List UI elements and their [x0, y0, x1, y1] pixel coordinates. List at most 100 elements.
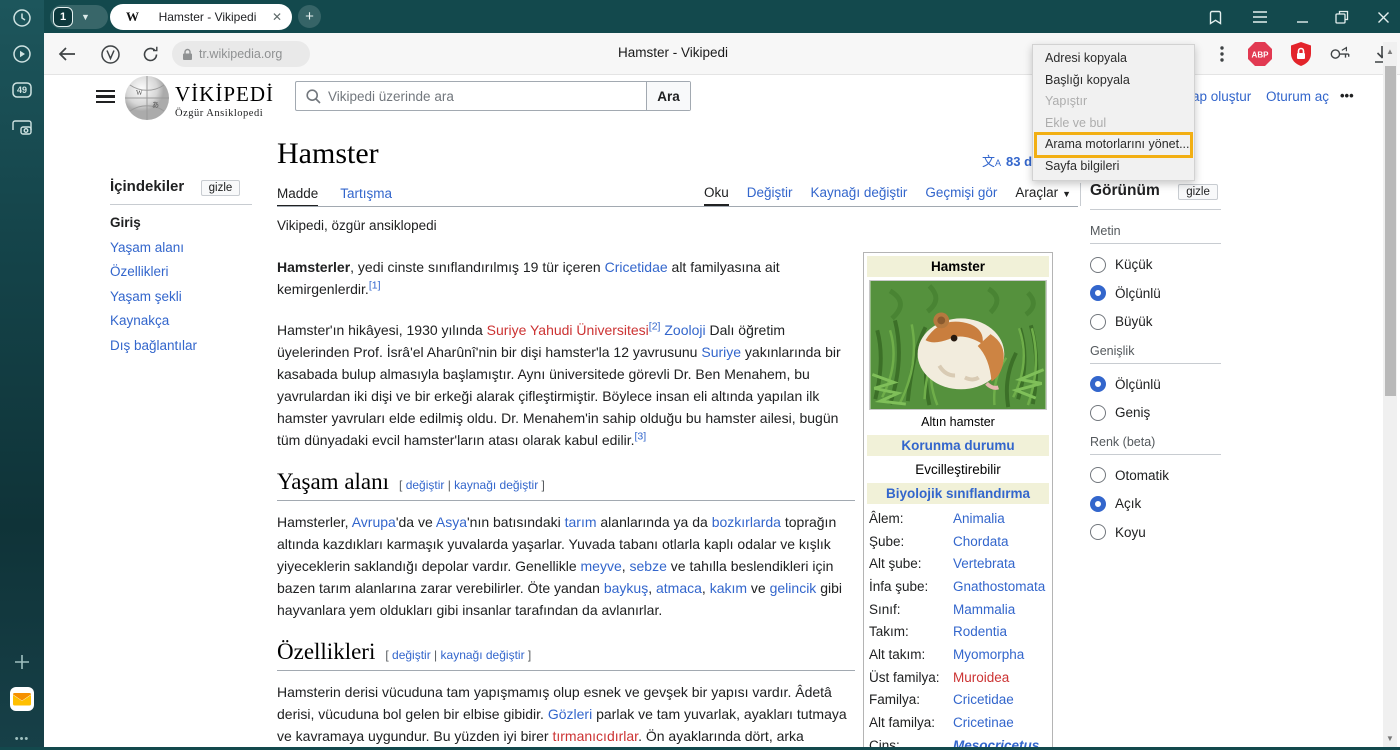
status-header[interactable]: Korunma durumu [867, 435, 1049, 456]
section-heading: Yaşam alanı[ değiştir | kaynağı değiştir… [277, 471, 855, 501]
taxonomy-value[interactable]: Mesocricetus [953, 738, 1039, 747]
browser-tab[interactable]: W Hamster - Vikipedi ✕ [110, 4, 292, 30]
toc-item[interactable]: Yaşam alanı [110, 240, 260, 255]
user-menu-ellipsis[interactable]: ••• [1340, 88, 1354, 103]
toc-hide-button[interactable]: gizle [201, 180, 241, 196]
search-button[interactable]: Ara [646, 82, 690, 110]
languages-icon: 文A [982, 154, 1001, 169]
login-link[interactable]: Oturum aç [1266, 89, 1329, 104]
view-tab[interactable]: Araçlar▼ [1015, 185, 1071, 206]
radio-option[interactable]: Ölçünlü [1090, 285, 1221, 301]
namespace-tab[interactable]: Madde [277, 186, 318, 207]
password-manager-icon[interactable] [1329, 43, 1351, 65]
svg-text:ABP: ABP [1252, 51, 1270, 60]
taxonomy-value[interactable]: Cricetidae [953, 692, 1014, 707]
toc-item[interactable]: Özellikleri [110, 264, 260, 279]
view-tab[interactable]: Kaynağı değiştir [811, 185, 908, 206]
radio-circle[interactable] [1090, 405, 1106, 421]
tab-close-icon[interactable]: ✕ [272, 10, 282, 24]
minimize-button[interactable] [1293, 8, 1311, 26]
add-icon[interactable] [11, 651, 33, 673]
radio-option[interactable]: Küçük [1090, 257, 1221, 273]
infobox: Hamster Altın hamster Korunma durumu Evc… [863, 252, 1053, 747]
infobox-image[interactable] [869, 280, 1047, 410]
view-tab[interactable]: Değiştir [747, 185, 793, 206]
scroll-up-arrow[interactable]: ▲ [1383, 44, 1397, 58]
maximize-button[interactable] [1333, 8, 1351, 26]
taxonomy-value[interactable]: Muroidea [953, 670, 1009, 685]
wikipedia-globe-logo[interactable]: W あ [124, 75, 170, 126]
scroll-down-arrow[interactable]: ▼ [1383, 731, 1397, 745]
close-button[interactable] [1374, 8, 1392, 26]
language-selector[interactable]: 文A83 dil [982, 151, 1039, 170]
taxonomy-value[interactable]: Rodentia [953, 624, 1007, 639]
edit-links: [ değiştir | kaynağı değiştir ] [399, 478, 545, 492]
overflow-menu-icon[interactable] [1211, 43, 1233, 65]
view-tab[interactable]: Geçmişi gör [925, 185, 997, 206]
namespace-tab[interactable]: Tartışma [340, 186, 392, 205]
browser-window: 49 ••• 1 ▼ W Hamster - Vikipedi ✕ + [0, 0, 1400, 750]
toc-item[interactable]: Dış bağlantılar [110, 338, 260, 353]
radio-circle[interactable] [1090, 314, 1106, 330]
radio-option[interactable]: Açık [1090, 496, 1221, 512]
radio-option[interactable]: Büyük [1090, 314, 1221, 330]
reload-button[interactable] [139, 43, 161, 65]
edit-link[interactable]: değiştir [392, 648, 431, 662]
edit-source-link[interactable]: kaynağı değiştir [454, 478, 538, 492]
chevron-down-icon: ▼ [1062, 189, 1071, 199]
back-button[interactable] [56, 43, 78, 65]
edit-source-link[interactable]: kaynağı değiştir [441, 648, 525, 662]
taxonomy-value[interactable]: Mammalia [953, 602, 1015, 617]
context-menu-item[interactable]: Sayfa bilgileri [1033, 156, 1194, 178]
radio-option[interactable]: Geniş [1090, 405, 1221, 421]
radio-option[interactable]: Koyu [1090, 524, 1221, 540]
wiki-wordmark[interactable]: VİKİPEDİ Özgür Ansiklopedi [175, 82, 274, 119]
taxonomy-value[interactable]: Animalia [953, 511, 1005, 526]
taxonomy-value[interactable]: Myomorpha [953, 647, 1024, 662]
context-menu-item[interactable]: Adresi kopyala [1033, 48, 1194, 70]
abp-badge[interactable]: ABP [1247, 41, 1273, 67]
taxonomy-value[interactable]: Chordata [953, 534, 1009, 549]
taxonomy-value[interactable]: Vertebrata [953, 556, 1015, 571]
radio-option[interactable]: Ölçünlü [1090, 376, 1221, 392]
toc-item[interactable]: Yaşam şekli [110, 289, 260, 304]
scrollbar[interactable]: ▲ ▼ [1383, 42, 1397, 747]
toc-item[interactable]: Giriş [110, 215, 260, 230]
tab-group-chip[interactable]: 1 ▼ [50, 5, 108, 29]
new-tab-button[interactable]: + [298, 5, 321, 28]
taxonomy-label: Alt takım: [869, 647, 953, 662]
edit-link[interactable]: değiştir [406, 478, 445, 492]
context-menu-item[interactable]: Arama motorlarını yönet... [1033, 134, 1194, 156]
mail-icon[interactable] [9, 686, 35, 712]
radio-circle[interactable] [1090, 467, 1106, 483]
history-icon[interactable] [11, 7, 33, 29]
tabs-count-badge[interactable]: 49 [11, 79, 33, 101]
browser-logo-icon[interactable] [99, 43, 121, 65]
search-input[interactable] [328, 89, 646, 104]
radio-circle[interactable] [1090, 257, 1106, 273]
screenshot-icon[interactable] [11, 116, 33, 138]
radio-circle[interactable] [1090, 285, 1106, 301]
taxonomy-value[interactable]: Cricetinae [953, 715, 1014, 730]
panels-icon[interactable] [1206, 8, 1224, 26]
radio-option[interactable]: Otomatik [1090, 467, 1221, 483]
taxonomy-row: Familya:Cricetidae [867, 689, 1049, 712]
classification-header[interactable]: Biyolojik sınıflandırma [867, 483, 1049, 504]
view-tab[interactable]: Oku [704, 185, 729, 206]
taxonomy-value[interactable]: Gnathostomata [953, 579, 1045, 594]
taxonomy-row: Cins:Mesocricetus [867, 734, 1049, 747]
context-menu-item[interactable]: Başlığı kopyala [1033, 70, 1194, 92]
url-field[interactable]: tr.wikipedia.org [172, 41, 310, 67]
protect-shield-icon[interactable] [1288, 41, 1314, 67]
appearance-hide-button[interactable]: gizle [1178, 184, 1218, 200]
taxonomy-label: Takım: [869, 624, 953, 639]
scroll-thumb[interactable] [1385, 66, 1396, 396]
media-play-icon[interactable] [11, 43, 33, 65]
wiki-menu-icon[interactable] [96, 86, 115, 107]
radio-circle[interactable] [1090, 496, 1106, 512]
radio-circle[interactable] [1090, 524, 1106, 540]
browser-menu-icon[interactable] [1251, 8, 1269, 26]
toc-item[interactable]: Kaynakça [110, 313, 260, 328]
radio-circle[interactable] [1090, 376, 1106, 392]
paragraph: Hamsterin derisi vücuduna tam yapışmamış… [277, 681, 855, 747]
